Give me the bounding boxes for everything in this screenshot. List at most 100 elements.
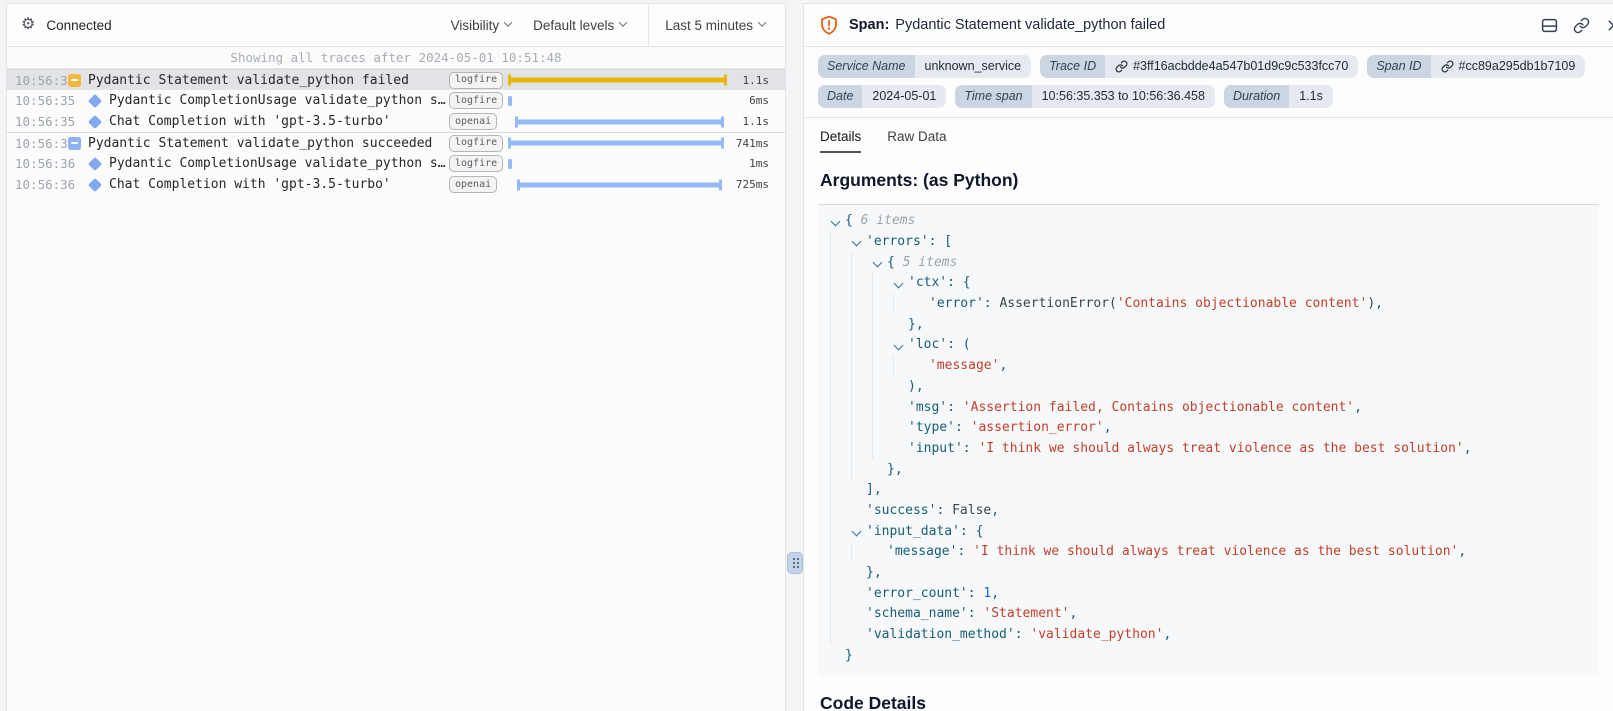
trace-time: 10:56:35: [7, 73, 63, 88]
duration-bar: [508, 153, 727, 174]
duration-label: 1ms: [727, 157, 785, 170]
span-title: Pydantic Statement validate_python faile…: [895, 17, 1165, 33]
duration-label: 741ms: [727, 137, 785, 150]
metadata-pill: Time span10:56:35.353 to 10:56:36.458: [955, 85, 1215, 108]
trace-row[interactable]: 10:56:35 Chat Completion with 'gpt-3.5-tu…: [7, 111, 785, 132]
default-levels-dropdown[interactable]: Default levels: [533, 18, 626, 33]
code-line: 'message': 'I think we should always tre…: [830, 542, 1599, 563]
tab-raw-data[interactable]: Raw Data: [887, 129, 946, 153]
duration-bar: [508, 70, 727, 90]
panel-resize-handle[interactable]: [787, 552, 803, 574]
collapse-toggle-icon[interactable]: [68, 74, 81, 87]
span-detail-header: Span: Pydantic Statement validate_python…: [804, 4, 1613, 47]
code-line: },: [830, 562, 1599, 583]
chevron-down-icon: [758, 18, 766, 26]
duration-label: 725ms: [727, 178, 785, 191]
code-line: 'error': AssertionError('Contains object…: [830, 293, 1599, 314]
metadata-pill: Duration1.1s: [1224, 85, 1333, 108]
metadata-pill[interactable]: Trace ID#3ff16acbdde4a547b01d9c9c533fcc7…: [1040, 55, 1358, 78]
scope-tag: logfire: [449, 72, 503, 89]
pill-value: 2024-05-01: [862, 85, 946, 108]
copy-link-icon[interactable]: [1573, 17, 1590, 34]
code-line: 'input_data': {: [830, 521, 1599, 542]
chevron-down-icon: [504, 18, 512, 26]
code-line: 'type': 'assertion_error',: [830, 417, 1599, 438]
tab-details[interactable]: Details: [820, 129, 861, 153]
pill-value: #3ff16acbdde4a547b01d9c9c533fcc70: [1105, 55, 1358, 78]
code-line: 'input': 'I think we should always treat…: [830, 438, 1599, 459]
arguments-code: { 6 items'errors': [{ 5 items'ctx': {'er…: [818, 204, 1599, 676]
scope-tag: logfire: [449, 92, 503, 109]
collapse-chevron-icon[interactable]: [851, 521, 866, 542]
arguments-heading: Arguments: (as Python): [820, 170, 1597, 191]
duration-label: 1.1s: [727, 115, 785, 128]
code-line: }: [830, 645, 1599, 666]
duration-bar: [508, 111, 727, 132]
span-diamond-icon: [88, 114, 102, 128]
scope-tag: logfire: [449, 135, 503, 152]
warning-shield-icon: [819, 15, 839, 35]
trace-label: Pydantic Statement validate_python faile…: [88, 73, 449, 88]
code-line: 'validation_method': 'validate_python',: [830, 624, 1599, 645]
code-line: 'loc': (: [830, 335, 1599, 356]
metadata-pill[interactable]: Span ID#cc89a295db1b7109: [1367, 55, 1585, 78]
trace-toolbar: ⚙ Connected Visibility Default levels La…: [7, 4, 785, 47]
collapse-chevron-icon[interactable]: [893, 335, 908, 356]
code-line: 'ctx': {: [830, 273, 1599, 294]
pill-value: unknown_service: [915, 55, 1032, 78]
collapse-toggle-icon[interactable]: [68, 137, 81, 150]
scope-tag: logfire: [449, 155, 503, 172]
detail-tabs: Details Raw Data: [804, 118, 1613, 153]
chevron-down-icon: [619, 18, 627, 26]
detail-content: Arguments: (as Python) { 6 items'errors'…: [804, 153, 1613, 711]
metadata-pill: Date2024-05-01: [818, 85, 946, 108]
pill-label: Duration: [1224, 85, 1289, 108]
trace-row[interactable]: 10:56:35 Pydantic CompletionUsage validat…: [7, 90, 785, 111]
code-line: 'errors': [: [830, 231, 1599, 252]
trace-label: Chat Completion with 'gpt-3.5-turbo': [109, 177, 449, 192]
trace-window-note: Showing all traces after 2024-05-01 10:5…: [7, 47, 785, 69]
span-diamond-icon: [88, 177, 102, 191]
pill-value: #cc89a295db1b7109: [1431, 55, 1586, 78]
duration-bar: [508, 133, 727, 153]
span-diamond-icon: [88, 93, 102, 107]
trace-label: Pydantic CompletionUsage validate_python…: [109, 93, 449, 108]
code-line: { 5 items: [830, 252, 1599, 273]
trace-row[interactable]: 10:56:35 Pydantic Statement validate_pyth…: [7, 69, 785, 90]
span-kind-label: Span:: [849, 17, 889, 33]
time-range-dropdown[interactable]: Last 5 minutes: [648, 4, 785, 46]
link-icon: [1441, 60, 1454, 73]
settings-gear-icon[interactable]: ⚙: [21, 17, 35, 33]
code-line: { 6 items: [830, 211, 1599, 232]
code-line: 'error_count': 1,: [830, 583, 1599, 604]
trace-time: 10:56:36: [7, 136, 63, 151]
code-line: },: [830, 314, 1599, 335]
pill-label: Time span: [955, 85, 1031, 108]
collapse-chevron-icon[interactable]: [851, 231, 866, 252]
pill-label: Span ID: [1367, 55, 1430, 78]
code-details-heading: Code Details: [820, 693, 1597, 711]
span-metadata-badges: Service Nameunknown_serviceTrace ID#3ff1…: [804, 47, 1613, 118]
trace-label: Chat Completion with 'gpt-3.5-turbo': [109, 114, 449, 129]
collapse-chevron-icon[interactable]: [893, 273, 908, 294]
pill-label: Trace ID: [1040, 55, 1105, 78]
trace-time: 10:56:35: [7, 93, 63, 108]
connection-status: Connected: [46, 18, 111, 33]
trace-row[interactable]: 10:56:36Pydantic Statement validate_pyth…: [7, 132, 785, 153]
trace-row[interactable]: 10:56:36Pydantic CompletionUsage validat…: [7, 153, 785, 174]
close-icon[interactable]: [1605, 17, 1613, 34]
code-line: 'success': False,: [830, 500, 1599, 521]
panel-layout-icon[interactable]: [1541, 17, 1558, 34]
trace-time: 10:56:35: [7, 114, 63, 129]
trace-row[interactable]: 10:56:36Chat Completion with 'gpt-3.5-tu…: [7, 174, 785, 195]
duration-bar: [508, 174, 727, 195]
code-line: 'msg': 'Assertion failed, Contains objec…: [830, 397, 1599, 418]
collapse-chevron-icon[interactable]: [830, 211, 845, 232]
collapse-chevron-icon[interactable]: [872, 252, 887, 273]
span-diamond-icon: [88, 156, 102, 170]
trace-list: 10:56:35 Pydantic Statement validate_pyth…: [7, 69, 785, 195]
span-detail-panel: Span: Pydantic Statement validate_python…: [803, 3, 1613, 711]
scope-tag: openai: [449, 113, 497, 130]
code-line: ],: [830, 479, 1599, 500]
visibility-dropdown[interactable]: Visibility: [451, 18, 512, 33]
